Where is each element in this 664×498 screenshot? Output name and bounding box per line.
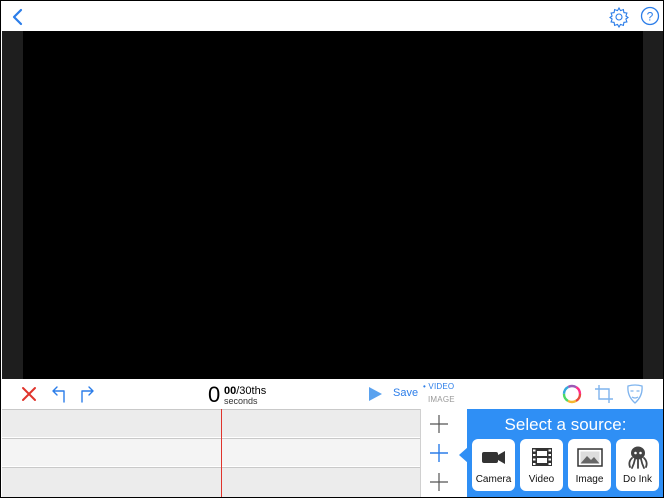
- timeline-track[interactable]: [2, 438, 420, 466]
- undo-icon[interactable]: [48, 383, 70, 405]
- source-label: Camera: [475, 474, 512, 485]
- timeline: [2, 409, 420, 497]
- source-picker-popover: Select a source: Camera Video Image Do I…: [467, 409, 663, 497]
- redo-icon[interactable]: [76, 383, 98, 405]
- video-source-button[interactable]: Video: [520, 439, 563, 491]
- time-seconds-value: 0: [208, 382, 221, 407]
- timeline-track[interactable]: [2, 467, 420, 497]
- playhead[interactable]: [221, 409, 222, 497]
- save-button[interactable]: Save: [393, 387, 418, 399]
- source-label: Image: [575, 474, 604, 485]
- svg-text:?: ?: [647, 10, 654, 24]
- source-label: Do Ink: [623, 474, 652, 485]
- film-icon: [532, 448, 552, 466]
- close-icon[interactable]: [18, 383, 40, 405]
- camera-source-button[interactable]: Camera: [472, 439, 515, 491]
- image-icon: [577, 448, 603, 467]
- crop-icon[interactable]: [593, 383, 615, 405]
- timeline-track[interactable]: [2, 409, 420, 437]
- source-picker-title: Select a source:: [504, 415, 627, 434]
- back-icon[interactable]: [8, 6, 30, 28]
- mask-icon[interactable]: [624, 383, 646, 405]
- mode-video-toggle[interactable]: • VIDEO: [423, 382, 454, 391]
- video-stage: [2, 31, 663, 379]
- add-icon[interactable]: [429, 443, 449, 463]
- editor-toolbar: 0 00/30ths seconds Save • VIDEO IMAGE: [2, 379, 663, 409]
- color-wheel-icon[interactable]: [561, 383, 583, 405]
- video-canvas[interactable]: [23, 31, 643, 379]
- add-track-column: [420, 409, 456, 497]
- gear-icon[interactable]: [608, 6, 630, 29]
- camera-icon: [482, 451, 505, 464]
- top-bar: ?: [2, 2, 663, 31]
- mode-image-toggle[interactable]: IMAGE: [428, 395, 455, 404]
- doink-source-button[interactable]: Do Ink: [616, 439, 659, 491]
- image-source-button[interactable]: Image: [568, 439, 611, 491]
- add-icon[interactable]: [429, 414, 449, 434]
- play-icon[interactable]: [366, 385, 384, 403]
- source-label: Video: [528, 474, 555, 485]
- time-unit-label: seconds: [224, 396, 258, 406]
- octopus-icon: [628, 446, 648, 469]
- help-icon[interactable]: ?: [640, 6, 660, 26]
- app-window: ? 0 00/30ths seconds Save • VIDEO IMAGE: [0, 0, 664, 498]
- add-icon[interactable]: [429, 472, 449, 492]
